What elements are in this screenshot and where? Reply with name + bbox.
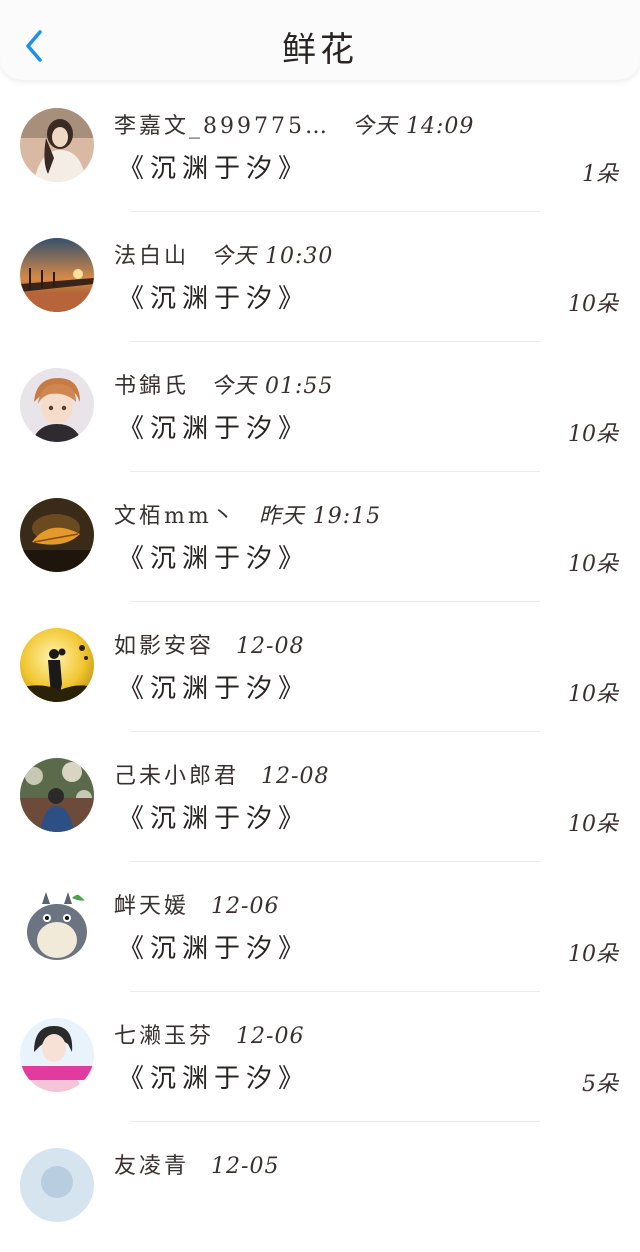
avatar-partial-icon[interactable] [20,1148,94,1222]
user-name[interactable]: 友凌青 [114,1154,189,1179]
avatar-anime-boy-icon[interactable] [20,368,94,442]
top-bar: 鲜花 [0,0,640,80]
user-name[interactable]: 李嘉文_899775… [114,114,330,139]
flower-count: 10朵 [568,682,618,707]
avatar-autumn-leaf-icon[interactable] [20,498,94,572]
list-item[interactable]: 文栢mm丶 昨天 19:15 《沉渊于汐》 10朵 [0,472,640,602]
user-name[interactable]: 书錦氏 [114,374,189,399]
avatar-totoro-icon[interactable] [20,888,94,962]
user-name[interactable]: 如影安容 [114,634,214,659]
list-item[interactable]: 衅天媛 12-06 《沉渊于汐》 10朵 [0,862,640,992]
avatar-sunset-pier-icon[interactable] [20,238,94,312]
list-item[interactable]: 友凌青 12-05 [0,1122,640,1252]
avatar-person-wall-icon[interactable] [20,758,94,832]
book-title: 《沉渊于汐》 [118,154,311,184]
user-name[interactable]: 己未小郎君 [114,764,239,789]
gift-time: 今天 14:09 [351,114,475,139]
book-title: 《沉渊于汐》 [118,804,311,834]
user-name[interactable]: 七濑玉芬 [114,1024,214,1049]
avatar-girl-icon[interactable] [20,108,94,182]
user-name[interactable]: 文栢mm丶 [114,504,237,529]
flower-count: 5朵 [582,1072,618,1097]
flower-count: 10朵 [568,292,618,317]
gift-time: 12-05 [211,1154,280,1179]
flower-count: 10朵 [568,812,618,837]
list-item[interactable]: 七濑玉芬 12-06 《沉渊于汐》 5朵 [0,992,640,1122]
flower-count: 1朵 [582,162,618,187]
flower-count: 10朵 [568,422,618,447]
user-name[interactable]: 法白山 [114,244,189,269]
gift-time: 今天 10:30 [211,244,334,269]
book-title: 《沉渊于汐》 [118,544,311,574]
book-title: 《沉渊于汐》 [118,284,311,314]
gift-time: 昨天 19:15 [258,504,382,529]
gift-time: 今天 01:55 [211,374,334,399]
book-title: 《沉渊于汐》 [118,414,311,444]
list-item[interactable]: 李嘉文_899775… 今天 14:09 《沉渊于汐》 1朵 [0,82,640,212]
gift-time: 12-06 [211,894,280,919]
flower-count: 10朵 [568,942,618,967]
user-name[interactable]: 衅天媛 [114,894,189,919]
book-title: 《沉渊于汐》 [118,1064,311,1094]
gift-time: 12-06 [236,1024,305,1049]
list-item[interactable]: 如影安容 12-08 《沉渊于汐》 10朵 [0,602,640,732]
book-title: 《沉渊于汐》 [118,674,311,704]
avatar-girl-banner-icon[interactable] [20,1018,94,1092]
list-item[interactable]: 书錦氏 今天 01:55 《沉渊于汐》 10朵 [0,342,640,472]
page-title: 鲜花 [282,30,358,70]
flower-count: 10朵 [568,552,618,577]
list-item[interactable]: 己未小郎君 12-08 《沉渊于汐》 10朵 [0,732,640,862]
gift-time: 12-08 [236,634,305,659]
list-item[interactable]: 法白山 今天 10:30 《沉渊于汐》 10朵 [0,212,640,342]
gift-time: 12-08 [261,764,330,789]
avatar-silhouette-icon[interactable] [20,628,94,702]
book-title: 《沉渊于汐》 [118,934,311,964]
